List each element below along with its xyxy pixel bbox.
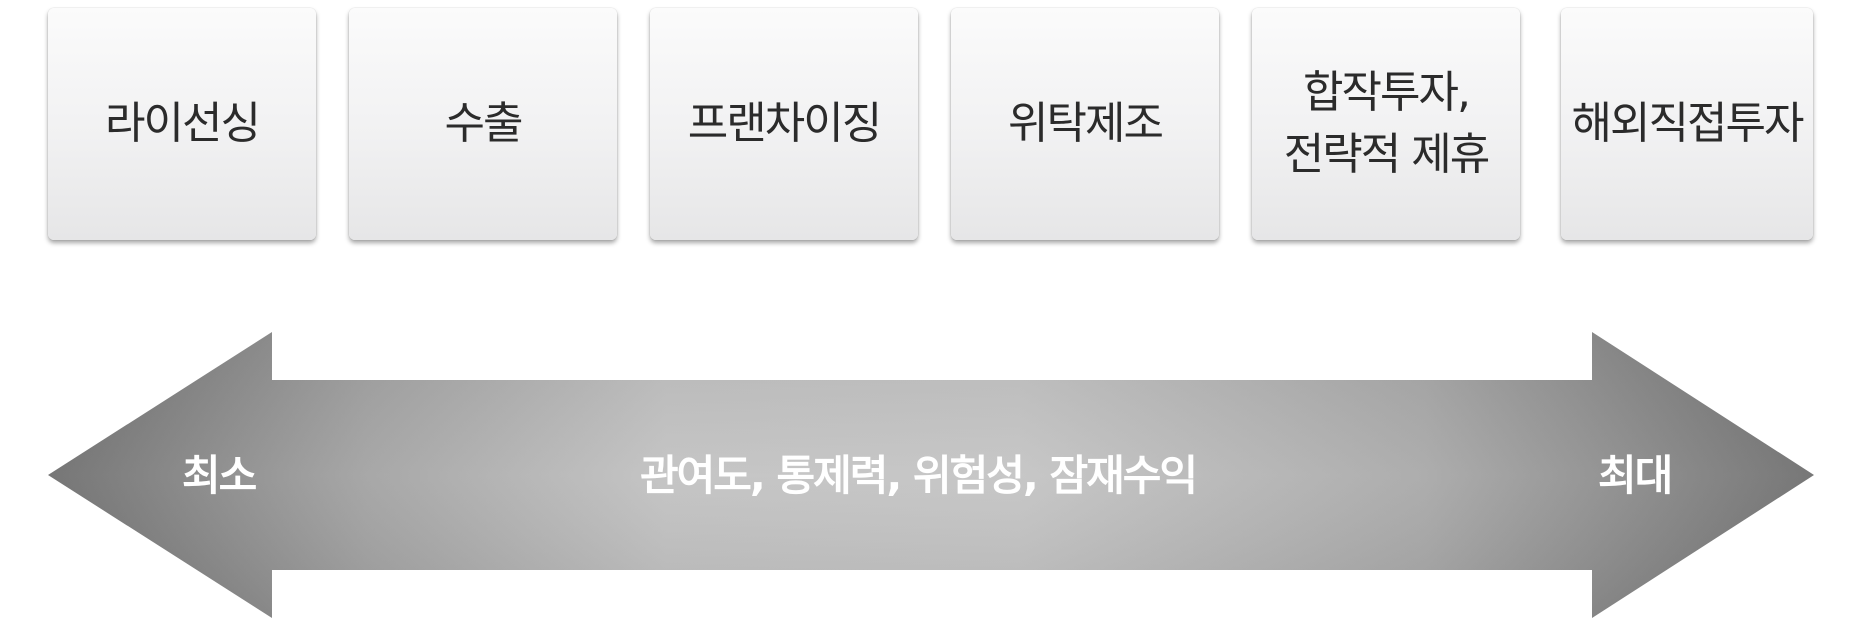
- mode-label: 라이선싱: [105, 98, 261, 149]
- mode-box-export: 수출: [349, 8, 617, 240]
- mode-label: 해외직접투자: [1571, 98, 1805, 149]
- scale-min-label: 최소: [182, 451, 257, 500]
- scale-arrow: 최소 관여도, 통제력, 위험성, 잠재수익 최대: [0, 320, 1875, 620]
- mode-box-contract-manufacturing: 위탁제조: [951, 8, 1219, 240]
- mode-label: 합작투자, 전략적 제휴: [1283, 67, 1490, 180]
- mode-label: 수출: [444, 98, 524, 149]
- scale-max-label: 최대: [1598, 451, 1673, 500]
- mode-box-licensing: 라이선싱: [48, 8, 316, 240]
- entry-modes-row: 라이선싱 수출 프랜차이징 위탁제조 합작투자, 전략적 제휴 해외직접투자: [0, 0, 1875, 250]
- mode-box-franchising: 프랜차이징: [650, 8, 918, 240]
- mode-label: 프랜차이징: [687, 98, 882, 149]
- scale-dimensions-label: 관여도, 통제력, 위험성, 잠재수익: [640, 451, 1198, 500]
- mode-label: 위탁제조: [1008, 98, 1164, 149]
- mode-box-joint-venture: 합작투자, 전략적 제휴: [1252, 8, 1520, 240]
- mode-box-fdi: 해외직접투자: [1561, 8, 1813, 240]
